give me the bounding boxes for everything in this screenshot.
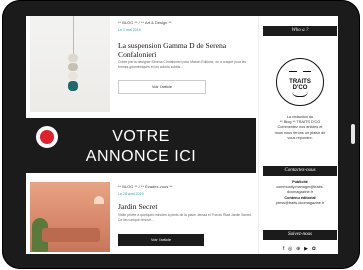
article-card: ** BLOG ** / ** Art & Design ** Le 1 mai… [26,16,256,114]
contact-info: Publicité community.manager@traits- dcom… [261,180,338,206]
lamp-cord [73,16,74,56]
article-card: ** BLOG ** / ** Évadez-vous ** Le 28 avr… [26,182,256,254]
editorial-email[interactable]: press@traits-dcomagazine.fr [276,201,325,205]
article-date: Le 28 avril 2019 [118,192,144,196]
contact-heading: Contactez-nous [263,166,337,176]
read-article-button[interactable]: Voir l'article [118,234,204,246]
who-heading: Who a ? [263,26,337,36]
pendant-lamp-image [66,54,80,94]
follow-heading: Suivez-nous [263,230,337,240]
traits-dco-logo[interactable]: TRAITS D'CO [276,58,324,106]
ad-text-line2: ANNONCE ICI [85,148,197,165]
tablet-frame: ** BLOG ** / ** Art & Design ** Le 1 mai… [2,0,360,269]
social-icons[interactable]: f ◎ ⊕ ▶ ✿ [263,246,337,252]
article-category[interactable]: ** BLOG ** / ** Évadez-vous ** [118,184,172,189]
article-thumbnail-pendant-lamp[interactable] [30,16,110,112]
ad-text-line1: VOTRE [112,128,170,145]
advertising-email-cont[interactable]: dcomagazine.fr [287,190,313,194]
editorial-label: Contenu éditorial [284,195,316,200]
article-excerpt: Visite privée à quelques minutes à pieds… [118,213,252,222]
article-excerpt: Créée par la designer Serena Confalonier… [118,60,247,69]
tablet-screen: ** BLOG ** / ** Art & Design ** Le 1 mai… [26,16,338,254]
advertising-email[interactable]: community.manager@traits- [276,185,323,189]
article-title[interactable]: La suspension Gamma D de Serena Confalon… [118,41,248,59]
tablet-home-button[interactable] [351,124,355,144]
sidebar: Who a ? TRAITS D'CO La rédaction du ** B… [258,16,338,254]
about-text: La rédaction du ** Blog ** TRAITS D'CO C… [274,115,326,140]
advertising-label: Publicité [292,180,308,184]
article-date: Le 1 mai 2019 [118,28,141,32]
ad-banner[interactable]: VOTRE ANNONCE ICI [26,118,256,173]
article-list: ** BLOG ** / ** Art & Design ** Le 1 mai… [26,16,256,254]
article-thumbnail-riad-interior[interactable] [30,182,110,252]
read-article-button[interactable]: Voir l'article [118,80,206,94]
article-title[interactable]: Jardin Secret [118,202,248,211]
article-category[interactable]: ** BLOG ** / ** Art & Design ** [118,20,172,25]
